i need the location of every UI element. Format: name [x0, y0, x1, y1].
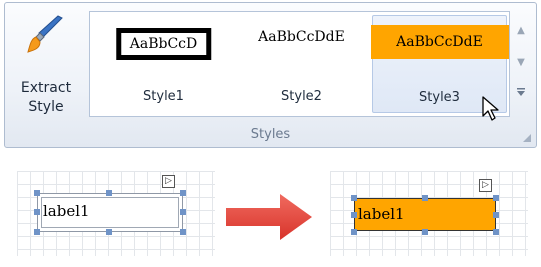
style2-preview: AaBbCcDdE [258, 29, 345, 45]
extract-style-button[interactable]: Extract Style [11, 9, 81, 119]
extract-style-label: Extract Style [20, 80, 72, 115]
styles-gallery: AaBbCcD Style1 AaBbCcDdE Style2 AaBbCcDd… [89, 11, 510, 121]
resize-handle[interactable] [493, 212, 499, 218]
scroll-down-icon[interactable]: ▼ [514, 53, 528, 73]
scroll-up-icon[interactable]: ▲ [514, 21, 528, 41]
resize-handle[interactable] [351, 212, 357, 218]
gallery-scrollbar: ▲ ▼ [510, 11, 532, 117]
resize-handle[interactable] [180, 190, 186, 196]
brush-icon [27, 15, 63, 53]
label-text-before: label1 [41, 197, 179, 228]
resize-handle[interactable] [106, 190, 112, 196]
resize-handle[interactable] [34, 209, 40, 215]
designer-canvas-before: label1 ▷ [17, 171, 215, 256]
resize-handle[interactable] [34, 229, 40, 235]
resize-handle[interactable] [422, 229, 428, 235]
resize-handle[interactable] [34, 190, 40, 196]
right-arrow-icon [226, 194, 312, 240]
gallery-more-icon[interactable] [514, 85, 528, 105]
style2-name: Style2 [281, 89, 322, 104]
mouse-pointer-icon [482, 96, 499, 121]
label-control-after[interactable]: label1 [354, 198, 496, 231]
style1-item[interactable]: AaBbCcD Style1 [97, 15, 230, 113]
style1-preview: AaBbCcD [115, 28, 212, 60]
resize-handle[interactable] [351, 229, 357, 235]
resize-handle[interactable] [422, 195, 428, 201]
style1-name: Style1 [143, 89, 184, 104]
resize-handle[interactable] [493, 195, 499, 201]
resize-handle[interactable] [493, 229, 499, 235]
resize-handle[interactable] [180, 209, 186, 215]
resize-handle[interactable] [180, 229, 186, 235]
label-control-before[interactable]: label1 [37, 193, 183, 232]
style2-item[interactable]: AaBbCcDdE Style2 [235, 15, 368, 113]
smart-tag-icon[interactable]: ▷ [479, 179, 492, 192]
resize-handle[interactable] [351, 195, 357, 201]
resize-handle[interactable] [106, 229, 112, 235]
dialog-launcher-icon[interactable] [523, 134, 531, 142]
smart-tag-icon[interactable]: ▷ [162, 175, 175, 188]
styles-group-label: Styles [250, 127, 291, 142]
ribbon-panel: Extract Style AaBbCcD Style1 AaBbCcDdE S… [4, 2, 537, 148]
style3-preview: AaBbCcDdE [370, 25, 509, 59]
designer-canvas-after: label1 ▷ [330, 171, 528, 256]
